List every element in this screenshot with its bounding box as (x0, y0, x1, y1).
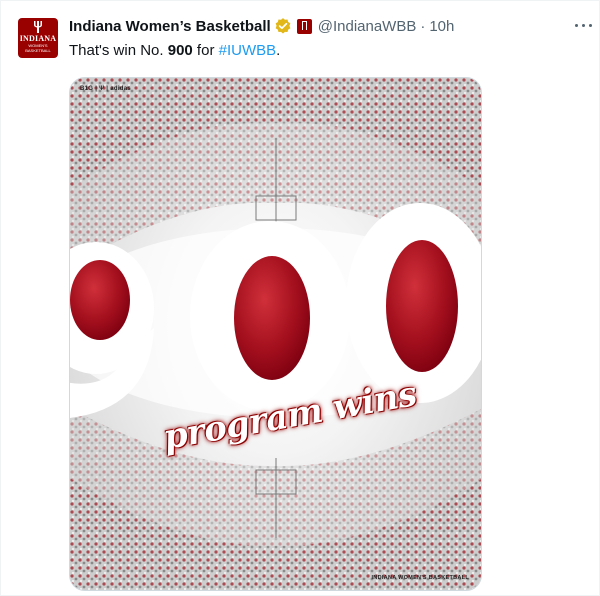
trident-icon (34, 21, 42, 33)
tweet-header: Indiana Women’s Basketball @IndianaWBB ·… (69, 15, 454, 37)
arena-graphic (70, 78, 481, 590)
account-handle[interactable]: @IndianaWBB (318, 18, 417, 35)
indiana-mini-logo-icon[interactable] (296, 18, 312, 34)
brand-logos: B1G | Ψ | adidas (80, 86, 132, 92)
tweet-text-bold: 900 (167, 42, 193, 59)
avatar[interactable]: INDIANA WOMEN'S BASKETBALL (18, 18, 58, 58)
tweet-text: That's win No. 900 for #IUWBB. (69, 41, 280, 61)
avatar-subtitle: WOMEN'S BASKETBALL (25, 43, 51, 53)
media-image[interactable]: B1G | Ψ | adidas program wins INDIANA WO… (69, 77, 482, 591)
tweet-text-end: . (276, 42, 281, 59)
verified-badge-icon[interactable] (274, 17, 292, 35)
hashtag-link[interactable]: #IUWBB (219, 42, 277, 59)
tweet-card[interactable]: INDIANA WOMEN'S BASKETBALL Indiana Women… (0, 0, 600, 596)
separator-dot: · (420, 17, 426, 35)
account-name[interactable]: Indiana Women’s Basketball (69, 18, 271, 35)
tweet-text-mid: for (192, 42, 219, 59)
avatar-title: INDIANA (19, 34, 57, 43)
more-options-icon[interactable] (573, 15, 593, 35)
tweet-text-start: That's win No. (69, 42, 168, 59)
tweet-timestamp[interactable]: 10h (429, 18, 454, 35)
brand-wordmark: INDIANA WOMEN'S BASKETBALL (371, 575, 469, 581)
